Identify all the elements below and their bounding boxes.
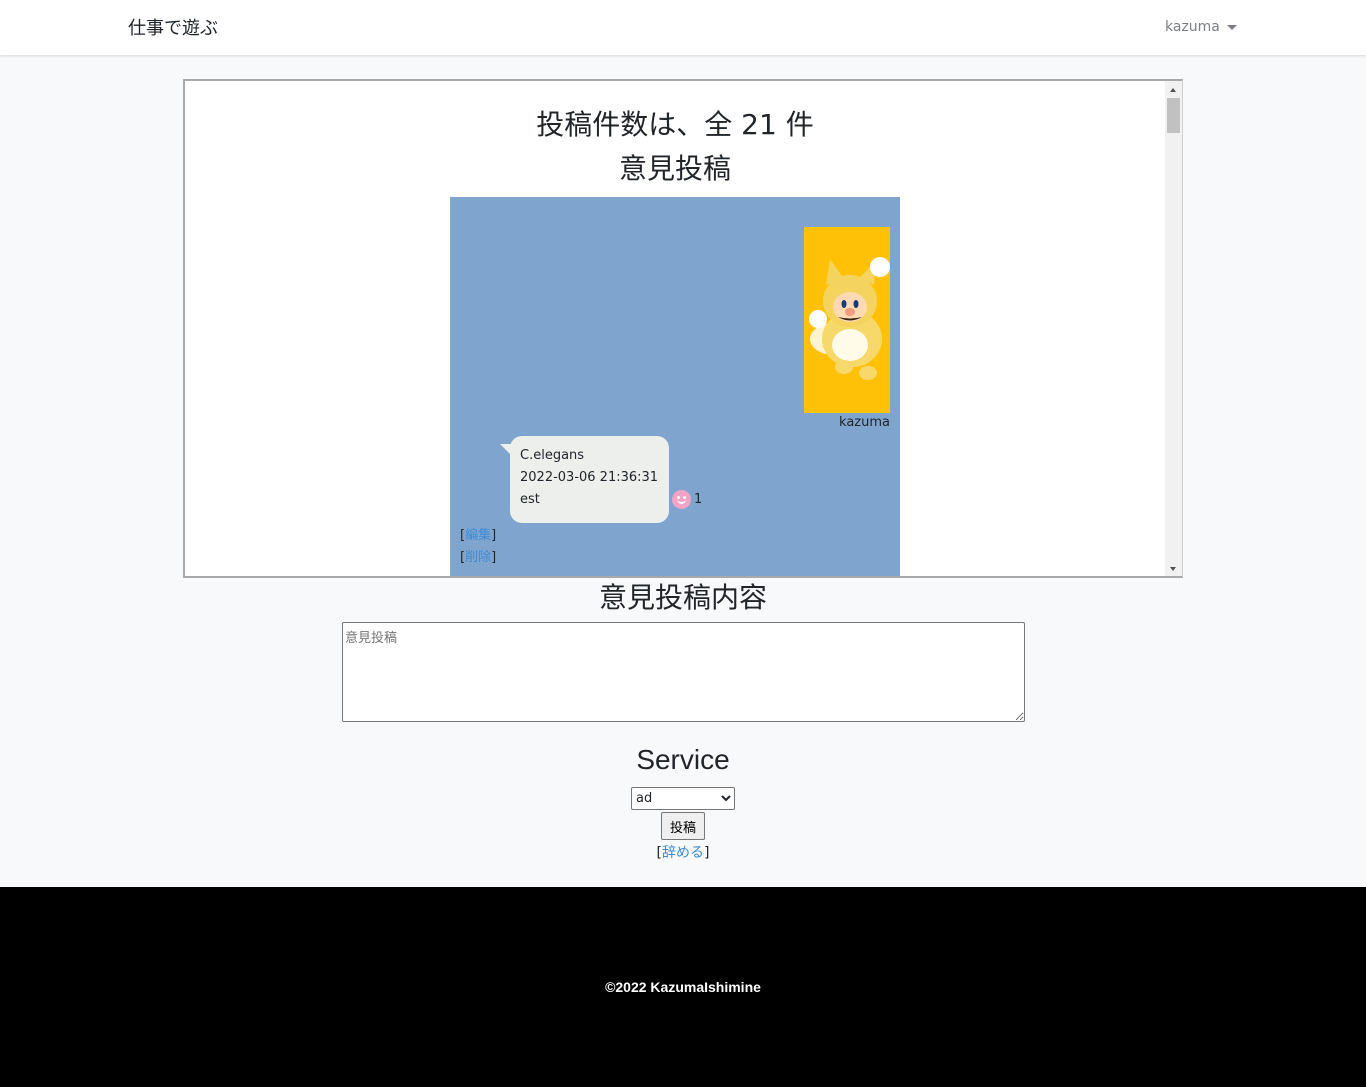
quit-action: [辞める] xyxy=(0,842,1366,862)
posts-frame[interactable]: 投稿件数は、全 21 件 意見投稿 kazuma C.elegans 2022-… xyxy=(183,79,1183,578)
scroll-up-arrow-icon[interactable] xyxy=(1170,88,1176,92)
service-title: Service xyxy=(636,744,730,775)
bracket-close: ] xyxy=(491,550,497,565)
bracket-close: ] xyxy=(491,528,497,543)
like-count: 1 xyxy=(694,492,703,507)
delete-link[interactable]: 削除 xyxy=(465,550,491,565)
footer: ©2022 KazumaIshimine xyxy=(0,887,1366,1087)
message-bubble: C.elegans 2022-03-06 21:36:31 est xyxy=(500,436,669,523)
post-timestamp: 2022-03-06 21:36:31 xyxy=(520,470,659,485)
opinion-section-title: 意見投稿 xyxy=(618,152,731,185)
smile-icon xyxy=(672,490,691,509)
bracket-close: ] xyxy=(704,845,710,861)
post-count-title: 投稿件数は、全 21 件 xyxy=(536,108,814,141)
edit-action: [編集] xyxy=(460,524,496,543)
post-author: C.elegans xyxy=(520,448,585,463)
submit-button[interactable]: 投稿 xyxy=(661,812,705,840)
post-content-title: 意見投稿内容 xyxy=(598,581,767,614)
scroll-down-arrow-icon[interactable] xyxy=(1170,567,1176,571)
avatar xyxy=(804,227,890,413)
avatar-username: kazuma xyxy=(839,415,890,430)
navbar: 仕事で遊ぶ kazuma xyxy=(0,0,1366,55)
quit-link[interactable]: 辞める xyxy=(662,845,704,861)
service-select[interactable]: ad xyxy=(631,787,735,810)
user-name: kazuma xyxy=(1165,19,1220,35)
brand-link[interactable]: 仕事で遊ぶ xyxy=(128,14,218,40)
avatar-character-image xyxy=(804,227,890,413)
user-menu-dropdown[interactable]: kazuma xyxy=(1165,19,1237,35)
like-button[interactable]: 1 xyxy=(672,490,702,509)
footer-copyright: ©2022 KazumaIshimine xyxy=(605,979,761,995)
scrollbar-thumb[interactable] xyxy=(1167,98,1180,133)
posts-frame-content: 投稿件数は、全 21 件 意見投稿 kazuma C.elegans 2022-… xyxy=(185,81,1165,576)
opinion-textarea[interactable] xyxy=(342,622,1025,722)
post-body: est xyxy=(520,492,540,507)
chat-area: kazuma C.elegans 2022-03-06 21:36:31 est… xyxy=(450,197,900,576)
edit-link[interactable]: 編集 xyxy=(465,528,491,543)
frame-scrollbar[interactable] xyxy=(1165,81,1182,576)
delete-action: [削除] xyxy=(460,546,496,565)
caret-down-icon xyxy=(1226,24,1237,30)
